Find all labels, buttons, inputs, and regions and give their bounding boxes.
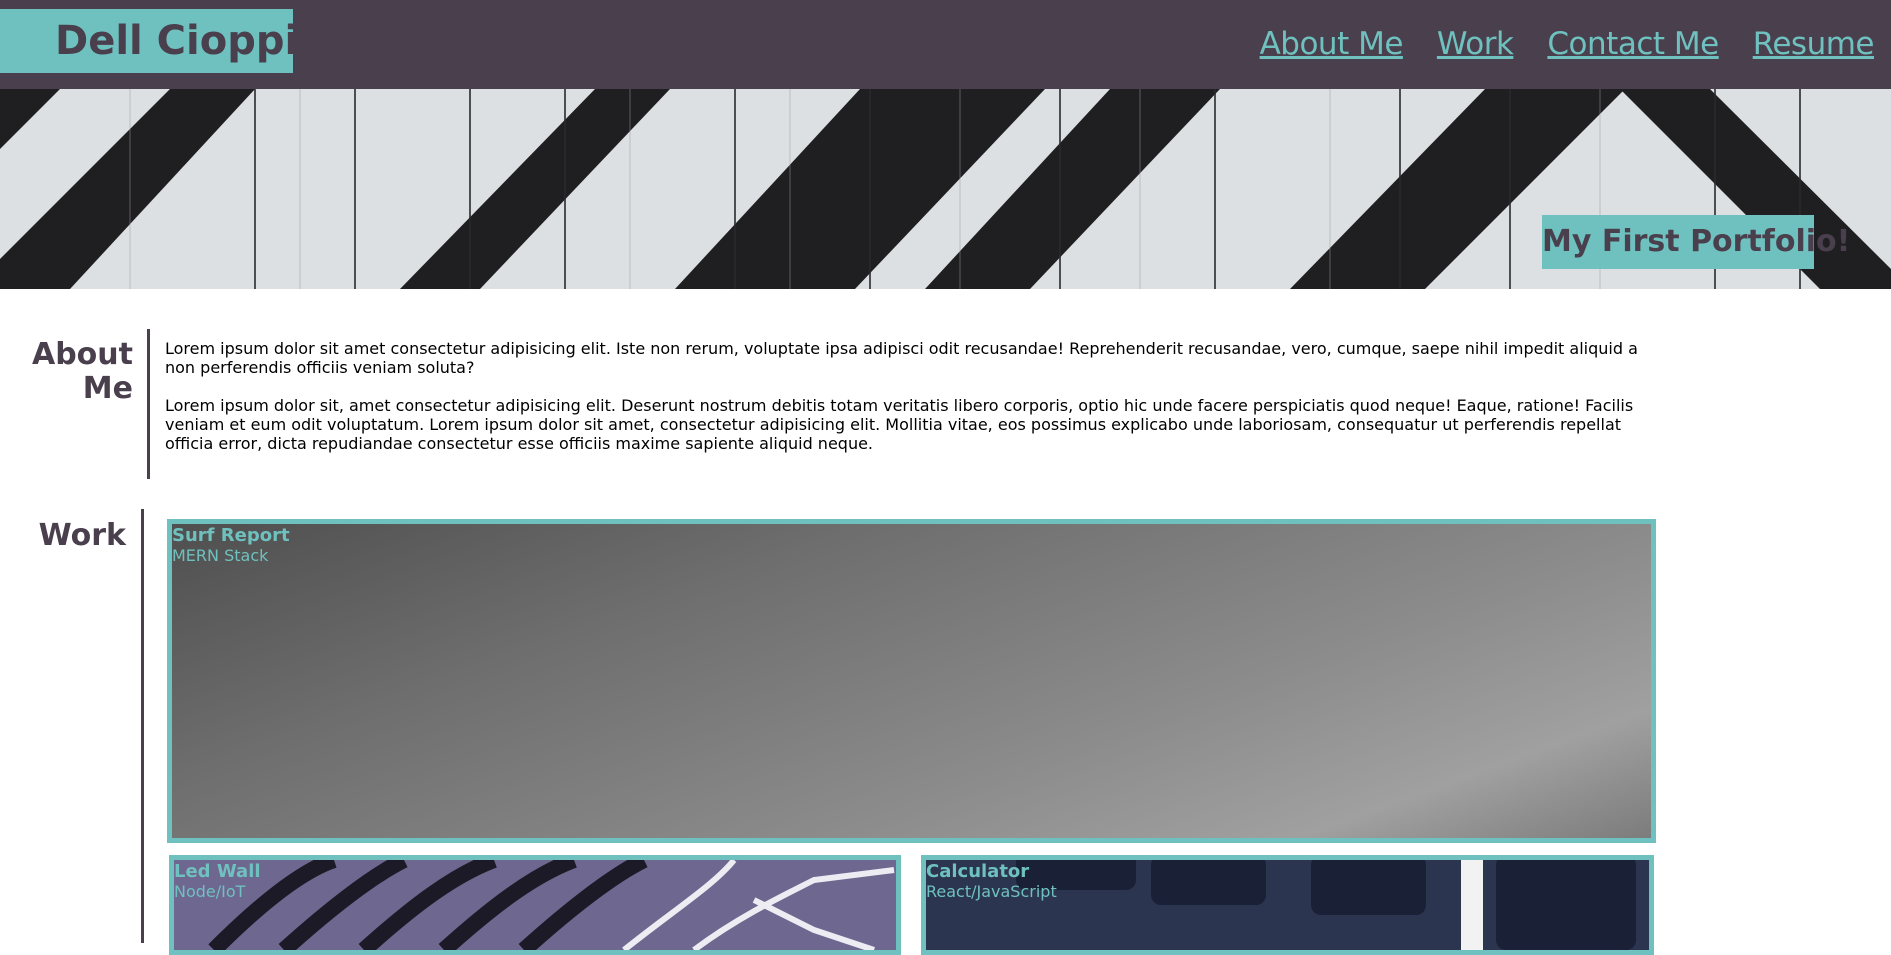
hero-banner: My First Portfolio! [0, 89, 1891, 289]
about-heading: About Me [31, 337, 133, 406]
main-nav: About Me Work Contact Me Resume [1260, 26, 1875, 62]
project-stack: Node/IoT [174, 882, 246, 901]
project-card-surf-report[interactable]: Surf Report MERN Stack [167, 519, 1656, 843]
nav-link-about-me[interactable]: About Me [1260, 26, 1404, 62]
site-header: Dell Cioppia About Me Work Contact Me Re… [0, 0, 1891, 89]
hero-tagline: My First Portfolio! [1542, 215, 1850, 269]
about-divider [147, 329, 150, 479]
nav-link-resume[interactable]: Resume [1753, 26, 1875, 62]
project-thumbnail [174, 860, 896, 950]
nav-link-contact-me[interactable]: Contact Me [1547, 26, 1719, 62]
project-stack: React/JavaScript [926, 882, 1057, 901]
about-body: Lorem ipsum dolor sit amet consectetur a… [165, 339, 1655, 472]
project-title: Calculator [926, 861, 1030, 882]
project-card-calculator[interactable]: Calculator React/JavaScript [921, 855, 1654, 955]
nav-link-work[interactable]: Work [1437, 26, 1514, 62]
project-thumbnail [926, 860, 1649, 950]
work-divider [141, 509, 144, 943]
project-stack: MERN Stack [172, 546, 269, 565]
about-paragraph: Lorem ipsum dolor sit, amet consectetur … [165, 396, 1634, 453]
about-paragraph: Lorem ipsum dolor sit amet consectetur a… [165, 339, 1638, 377]
project-title: Led Wall [174, 861, 261, 882]
work-heading: Work [38, 518, 126, 553]
site-brand[interactable]: Dell Cioppia [0, 9, 325, 73]
project-thumbnail [172, 524, 1651, 838]
project-card-led-wall[interactable]: Led Wall Node/IoT [169, 855, 901, 955]
project-title: Surf Report [172, 525, 290, 546]
